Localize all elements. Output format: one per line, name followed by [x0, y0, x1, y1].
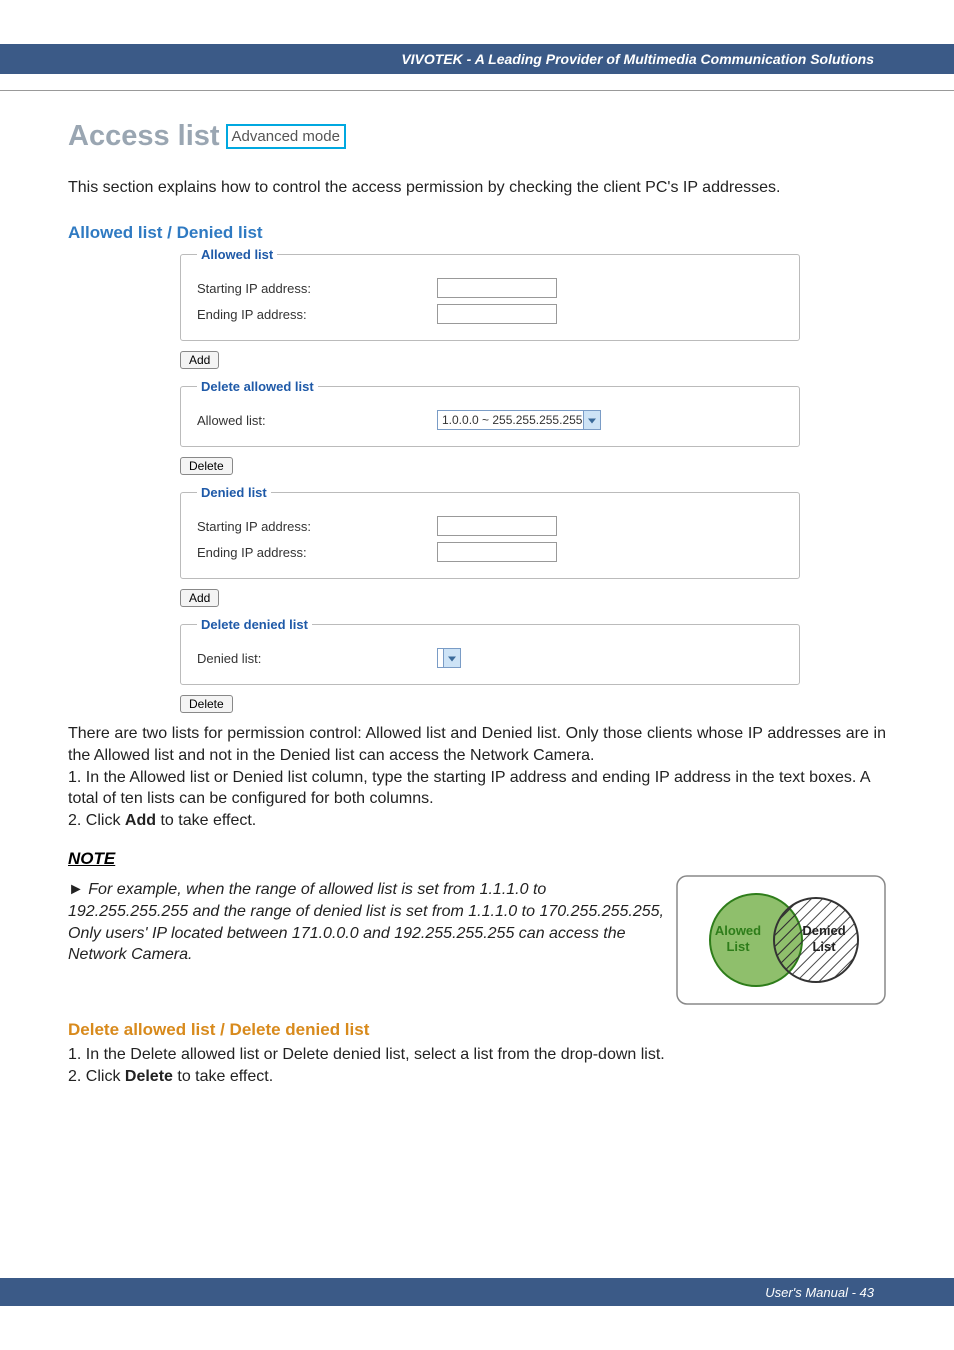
- delete-step-2: 2. Click Delete to take effect.: [68, 1066, 886, 1088]
- section-delete-heading: Delete allowed list / Delete denied list: [68, 1020, 886, 1040]
- delete-allowed-label: Allowed list:: [197, 413, 437, 428]
- allowed-end-input[interactable]: [437, 304, 557, 324]
- allowed-list-select[interactable]: 1.0.0.0 ~ 255.255.255.255: [437, 410, 601, 430]
- venn-denied-label: Denied: [802, 923, 845, 938]
- delete-allowed-legend: Delete allowed list: [197, 379, 318, 394]
- denied-start-label: Starting IP address:: [197, 519, 437, 534]
- chevron-down-icon: [588, 419, 596, 424]
- allowed-list-fieldset: Allowed list Starting IP address: Ending…: [180, 247, 800, 341]
- body-step-1: 1. In the Allowed list or Denied list co…: [68, 767, 886, 810]
- chevron-down-icon: [448, 657, 456, 662]
- allowed-start-input[interactable]: [437, 278, 557, 298]
- denied-list-legend: Denied list: [197, 485, 271, 500]
- venn-diagram: Alowed List Denied List: [676, 875, 886, 1010]
- config-ui-screenshot: Allowed list Starting IP address: Ending…: [180, 247, 800, 723]
- svg-text:List: List: [726, 939, 750, 954]
- denied-end-input[interactable]: [437, 542, 557, 562]
- delete-denied-fieldset: Delete denied list Denied list:: [180, 617, 800, 685]
- advanced-mode-badge: Advanced mode: [226, 124, 346, 149]
- svg-text:List: List: [812, 939, 836, 954]
- header-underline: [0, 90, 954, 91]
- page-title: Access list: [68, 120, 220, 153]
- allowed-start-label: Starting IP address:: [197, 281, 437, 296]
- denied-end-label: Ending IP address:: [197, 545, 437, 560]
- delete-step-1: 1. In the Delete allowed list or Delete …: [68, 1044, 886, 1066]
- intro-text: This section explains how to control the…: [68, 177, 886, 199]
- brand-text: VIVOTEK - A Leading Provider of Multimed…: [401, 51, 874, 67]
- delete-denied-button[interactable]: Delete: [180, 695, 233, 713]
- body-paragraph-1: There are two lists for permission contr…: [68, 723, 886, 766]
- header-bar: VIVOTEK - A Leading Provider of Multimed…: [0, 44, 954, 74]
- venn-allowed-label: Alowed: [715, 923, 761, 938]
- page-title-row: Access list Advanced mode: [68, 120, 886, 153]
- body-step-2: 2. Click Add to take effect.: [68, 810, 886, 832]
- delete-denied-legend: Delete denied list: [197, 617, 312, 632]
- denied-list-fieldset: Denied list Starting IP address: Ending …: [180, 485, 800, 579]
- delete-allowed-fieldset: Delete allowed list Allowed list: 1.0.0.…: [180, 379, 800, 447]
- add-allowed-button[interactable]: Add: [180, 351, 219, 369]
- allowed-list-select-value: 1.0.0.0 ~ 255.255.255.255: [442, 413, 582, 427]
- delete-denied-label: Denied list:: [197, 651, 437, 666]
- add-denied-button[interactable]: Add: [180, 589, 219, 607]
- footer-bar: User's Manual - 43: [0, 1278, 954, 1306]
- note-heading: NOTE: [68, 849, 886, 869]
- allowed-end-label: Ending IP address:: [197, 307, 437, 322]
- denied-list-select[interactable]: [437, 648, 461, 668]
- delete-allowed-button[interactable]: Delete: [180, 457, 233, 475]
- denied-start-input[interactable]: [437, 516, 557, 536]
- allowed-list-legend: Allowed list: [197, 247, 277, 262]
- section-allowed-denied-heading: Allowed list / Denied list: [68, 223, 886, 243]
- footer-text: User's Manual - 43: [765, 1285, 874, 1300]
